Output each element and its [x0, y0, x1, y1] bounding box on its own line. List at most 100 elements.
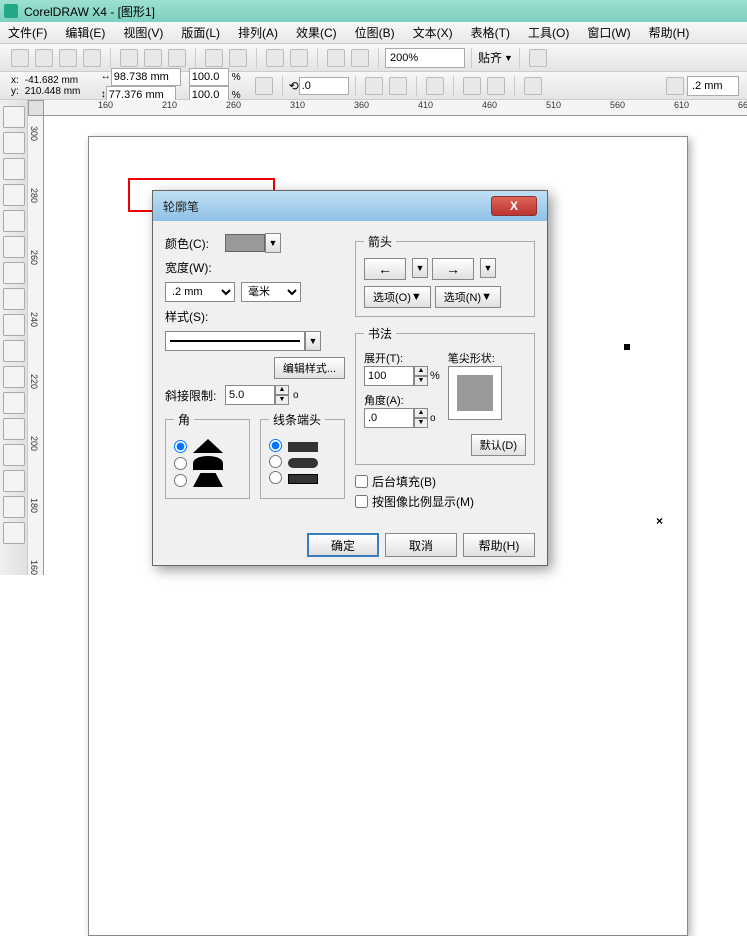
stretch-label: 展开(T): — [364, 350, 440, 366]
menubar: 文件(F) 编辑(E) 视图(V) 版面(L) 排列(A) 效果(C) 位图(B… — [0, 22, 747, 44]
width-input[interactable] — [111, 68, 181, 86]
smartfill-tool[interactable] — [3, 236, 25, 258]
menu-bitmap[interactable]: 位图(B) — [355, 24, 395, 41]
welcome-icon[interactable] — [351, 49, 369, 67]
menu-edit[interactable]: 编辑(E) — [65, 24, 105, 41]
edit-style-button[interactable]: 编辑样式... — [274, 357, 345, 379]
menu-arrange[interactable]: 排列(A) — [238, 24, 278, 41]
copy-icon[interactable] — [144, 49, 162, 67]
options-icon[interactable] — [529, 49, 547, 67]
cap-flat-radio[interactable] — [269, 439, 282, 452]
mirror-v-icon[interactable] — [389, 77, 407, 95]
stretch-input[interactable] — [364, 366, 414, 386]
cap-round-radio[interactable] — [269, 455, 282, 468]
ruler-corner[interactable] — [28, 100, 44, 116]
dialog-title-text: 轮廓笔 — [163, 198, 199, 215]
launch-icon[interactable] — [327, 49, 345, 67]
crop-tool[interactable] — [3, 158, 25, 180]
front-icon[interactable] — [463, 77, 481, 95]
menu-file[interactable]: 文件(F) — [8, 24, 47, 41]
save-icon[interactable] — [59, 49, 77, 67]
freehand-tool[interactable] — [3, 210, 25, 232]
interactive-tool[interactable] — [3, 418, 25, 440]
import-icon[interactable] — [266, 49, 284, 67]
y-label: y: — [11, 86, 19, 97]
default-button[interactable]: 默认(D) — [471, 434, 526, 456]
mirror-h-icon[interactable] — [365, 77, 383, 95]
open-icon[interactable] — [35, 49, 53, 67]
arrow-start[interactable]: ← — [364, 258, 406, 280]
style-dropdown[interactable]: ▼ — [305, 331, 321, 351]
basicshapes-tool[interactable] — [3, 340, 25, 362]
menu-text[interactable]: 文本(X) — [413, 24, 453, 41]
menu-table[interactable]: 表格(T) — [471, 24, 510, 41]
color-swatch[interactable] — [225, 234, 265, 252]
zoom-select[interactable]: 200% — [385, 48, 465, 68]
arrow-end[interactable]: → — [432, 258, 474, 280]
behind-fill-check[interactable] — [355, 475, 368, 488]
outline-width-icon[interactable] — [666, 77, 684, 95]
lock-icon[interactable] — [255, 77, 273, 95]
help-button[interactable]: 帮助(H) — [463, 533, 535, 557]
new-icon[interactable] — [11, 49, 29, 67]
angle-input[interactable] — [364, 408, 414, 428]
scale-with-check[interactable] — [355, 495, 368, 508]
rectangle-tool[interactable] — [3, 262, 25, 284]
ok-button[interactable]: 确定 — [307, 533, 379, 557]
ruler-vertical[interactable]: 300 280 260 240 220 200 180 160 — [28, 116, 44, 575]
corner-bevel-radio[interactable] — [174, 474, 187, 487]
nib-preview — [448, 366, 502, 420]
close-button[interactable]: X — [491, 196, 537, 216]
dialog-titlebar[interactable]: 轮廓笔 X — [153, 191, 547, 221]
nib-label: 笔尖形状: — [448, 350, 502, 366]
x-label: x: — [11, 75, 19, 86]
cut-icon[interactable] — [120, 49, 138, 67]
outline-width-select[interactable]: .2 mm — [687, 76, 739, 96]
color-dropdown[interactable]: ▼ — [265, 233, 281, 253]
rotate-input[interactable] — [299, 77, 349, 95]
menu-layout[interactable]: 版面(L) — [181, 24, 220, 41]
wrap-icon[interactable] — [426, 77, 444, 95]
titlebar: CorelDRAW X4 - [图形1] — [0, 0, 747, 22]
corner-sharp-radio[interactable] — [174, 440, 187, 453]
eyedropper-tool[interactable] — [3, 444, 25, 466]
export-icon[interactable] — [290, 49, 308, 67]
paste-icon[interactable] — [168, 49, 186, 67]
menu-window[interactable]: 窗口(W) — [587, 24, 630, 41]
ruler-horizontal[interactable]: 160 210 260 310 360 410 460 510 560 610 … — [44, 100, 747, 116]
corner-round-radio[interactable] — [174, 457, 187, 470]
shape-tool[interactable] — [3, 132, 25, 154]
options-left-btn[interactable]: 选项(O) ▼ — [364, 286, 431, 308]
options-right-btn[interactable]: 选项(N) ▼ — [435, 286, 501, 308]
corner-bevel-icon — [193, 473, 223, 487]
menu-effects[interactable]: 效果(C) — [296, 24, 337, 41]
arrow-end-dd[interactable]: ▼ — [480, 258, 496, 278]
cap-ext-radio[interactable] — [269, 471, 282, 484]
menu-help[interactable]: 帮助(H) — [649, 24, 690, 41]
arrow-start-dd[interactable]: ▼ — [412, 258, 428, 278]
cancel-button[interactable]: 取消 — [385, 533, 457, 557]
convert-icon[interactable] — [524, 77, 542, 95]
zoom-tool[interactable] — [3, 184, 25, 206]
text-tool[interactable] — [3, 366, 25, 388]
polygon-tool[interactable] — [3, 314, 25, 336]
interactive-fill-tool[interactable] — [3, 522, 25, 544]
print-icon[interactable] — [83, 49, 101, 67]
snap-label[interactable]: 贴齐 — [478, 49, 502, 66]
pick-tool[interactable] — [3, 106, 25, 128]
ellipse-tool[interactable] — [3, 288, 25, 310]
back-icon[interactable] — [487, 77, 505, 95]
table-tool[interactable] — [3, 392, 25, 414]
scalex-input[interactable] — [189, 68, 229, 86]
menu-view[interactable]: 视图(V) — [123, 24, 163, 41]
miter-input[interactable] — [225, 385, 275, 405]
menu-tools[interactable]: 工具(O) — [528, 24, 569, 41]
undo-icon[interactable] — [205, 49, 223, 67]
outline-tool[interactable] — [3, 470, 25, 492]
unit-select[interactable]: 毫米 — [241, 282, 301, 302]
redo-icon[interactable] — [229, 49, 247, 67]
selection-handle[interactable] — [624, 344, 630, 350]
width-select[interactable]: .2 mm — [165, 282, 235, 302]
fill-tool[interactable] — [3, 496, 25, 518]
style-select[interactable] — [165, 331, 305, 351]
